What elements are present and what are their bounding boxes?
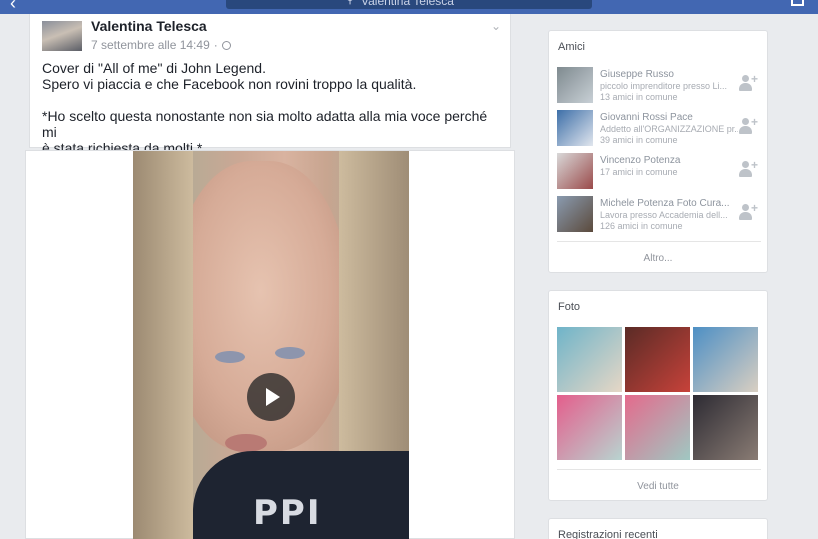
divider <box>557 241 761 242</box>
menu-icon[interactable] <box>791 0 804 6</box>
friend-thumbnail[interactable] <box>557 153 593 189</box>
friend-item[interactable]: Giuseppe Russo piccolo imprenditore pres… <box>557 67 762 105</box>
recent-title[interactable]: Registrazioni recenti <box>558 529 658 539</box>
post-timestamp[interactable]: 7 settembre alle 14:49 <box>91 38 210 52</box>
play-icon <box>266 388 280 406</box>
friend-mutual: 17 amici in comune <box>600 167 678 177</box>
globe-icon <box>221 40 231 50</box>
friend-mutual: 39 amici in comune <box>600 135 678 145</box>
post-line <box>42 92 504 108</box>
photo-thumbnail[interactable] <box>693 327 758 392</box>
recent-activity-card: Registrazioni recenti <box>548 518 768 539</box>
post-text: Cover di "All of me" di John Legend. Spe… <box>42 60 504 156</box>
add-friend-icon[interactable]: + <box>739 115 759 135</box>
friend-name[interactable]: Giovanni Rossi Pace <box>600 112 738 123</box>
search-text: Valentina Telesca <box>361 0 454 8</box>
friend-thumbnail[interactable] <box>557 196 593 232</box>
eye-right <box>275 347 305 359</box>
photo-thumbnail[interactable] <box>693 395 758 460</box>
post-line: Cover di "All of me" di John Legend. <box>42 60 266 76</box>
add-friend-icon[interactable]: + <box>739 201 759 221</box>
see-all-photos-link[interactable]: Vedi tutte <box>549 481 767 492</box>
friend-item[interactable]: Vincenzo Potenza 17 amici in comune + <box>557 153 762 191</box>
add-friend-icon[interactable]: + <box>739 72 759 92</box>
friends-card: Amici Giuseppe Russo piccolo imprenditor… <box>548 30 768 273</box>
add-friend-icon[interactable]: + <box>739 158 759 178</box>
play-button[interactable] <box>247 373 295 421</box>
search-icon: ⚲ <box>346 0 355 6</box>
video-thumbnail: PPI <box>133 151 409 539</box>
photos-title[interactable]: Foto <box>558 301 580 313</box>
friend-name[interactable]: Giuseppe Russo <box>600 69 738 80</box>
post-line: *Ho scelto questa nonostante non sia mol… <box>42 108 488 140</box>
friend-name[interactable]: Michele Potenza Foto Cura... <box>600 198 738 209</box>
friends-title[interactable]: Amici <box>558 41 585 53</box>
mouth <box>225 434 267 452</box>
friend-item[interactable]: Michele Potenza Foto Cura... Lavora pres… <box>557 196 762 234</box>
post-author[interactable]: Valentina Telesca <box>91 18 207 34</box>
top-navigation-bar: ‹ ⚲ Valentina Telesca <box>0 0 818 14</box>
chevron-down-icon[interactable]: ⌄ <box>491 19 501 33</box>
photo-thumbnail[interactable] <box>557 395 622 460</box>
friend-subtitle: Lavora presso Accademia dell... <box>600 210 728 220</box>
photo-thumbnail[interactable] <box>625 395 690 460</box>
search-input[interactable]: ⚲ Valentina Telesca <box>226 0 592 9</box>
post-line: Spero vi piaccia e che Facebook non rovi… <box>42 76 417 92</box>
friend-name[interactable]: Vincenzo Potenza <box>600 155 738 166</box>
eye-left <box>215 351 245 363</box>
friend-thumbnail[interactable] <box>557 110 593 146</box>
friend-mutual: 126 amici in comune <box>600 221 683 231</box>
friend-subtitle: Addetto all'ORGANIZZAZIONE pr... <box>600 124 738 134</box>
more-friends-link[interactable]: Altro... <box>549 253 767 264</box>
divider <box>557 469 761 470</box>
post-meta: 7 settembre alle 14:49 · <box>91 38 231 52</box>
hair-left <box>133 151 193 539</box>
friend-item[interactable]: Giovanni Rossi Pace Addetto all'ORGANIZZ… <box>557 110 762 148</box>
photo-thumbnail[interactable] <box>557 327 622 392</box>
back-arrow-icon[interactable]: ‹ <box>10 0 16 12</box>
meta-separator: · <box>213 38 218 52</box>
photos-card: Foto Vedi tutte <box>548 290 768 501</box>
post-card: Valentina Telesca 7 settembre alle 14:49… <box>29 14 511 156</box>
photo-thumbnail[interactable] <box>625 327 690 392</box>
friend-mutual: 13 amici in comune <box>600 92 678 102</box>
shirt-text: PPI <box>253 493 322 533</box>
author-avatar[interactable] <box>42 21 82 51</box>
video-player[interactable]: PPI <box>25 150 515 539</box>
friend-thumbnail[interactable] <box>557 67 593 103</box>
friend-subtitle: piccolo imprenditore presso Li... <box>600 81 728 91</box>
